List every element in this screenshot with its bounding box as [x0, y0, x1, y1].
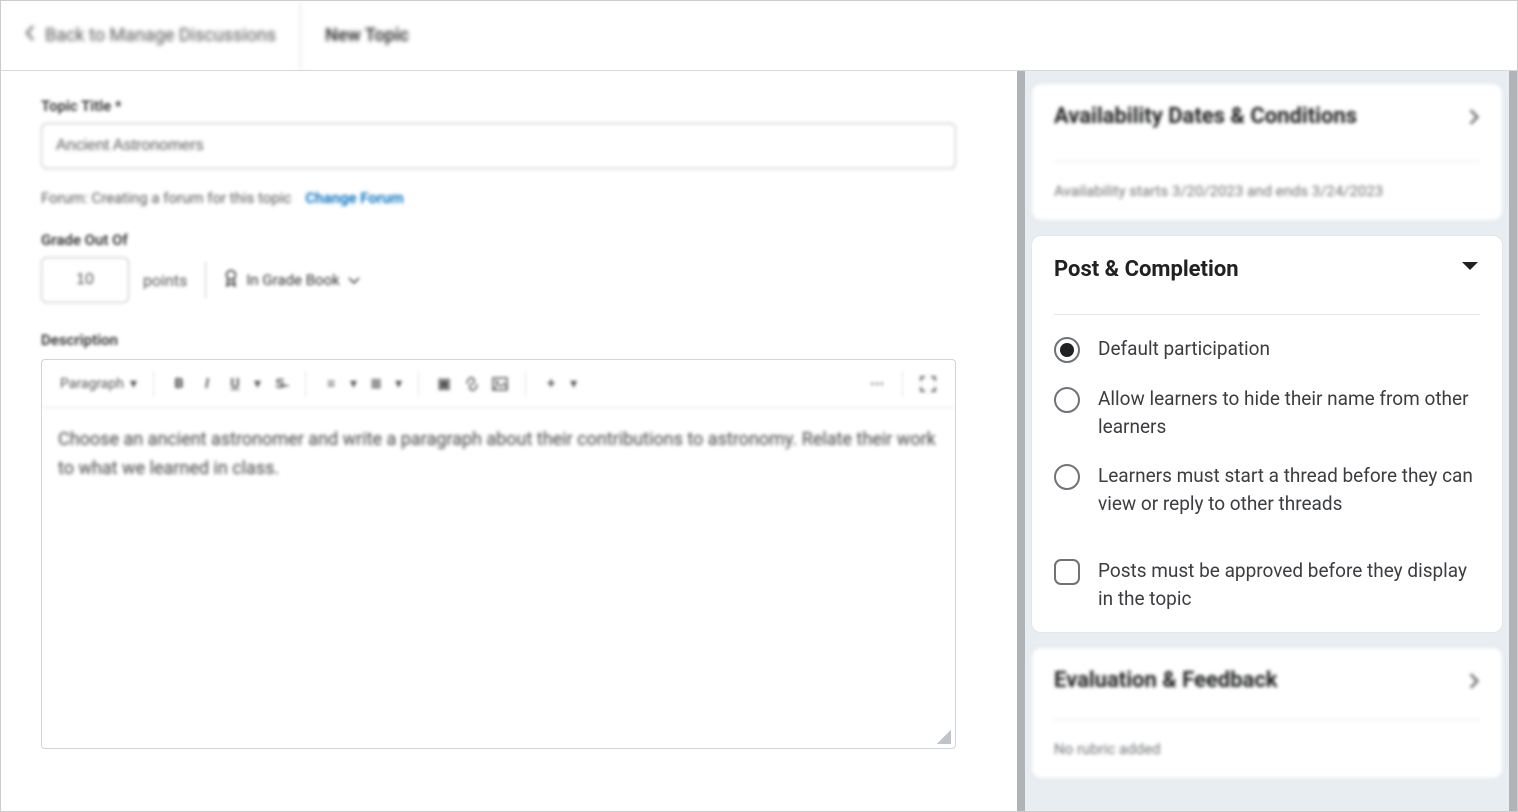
radio-icon — [1054, 337, 1080, 363]
align-icon[interactable]: ≡ — [322, 375, 340, 393]
topic-title-label: Topic Title * — [41, 97, 989, 115]
post-completion-header[interactable]: Post & Completion — [1054, 256, 1480, 298]
toolbar-separator — [305, 371, 306, 397]
divider — [205, 262, 206, 298]
description-section: Description Paragraph ▾ B I U ▾ — [41, 331, 989, 749]
scrollbar[interactable] — [1509, 71, 1517, 811]
strike-icon[interactable]: S̶ — [271, 375, 289, 393]
plus-icon[interactable]: + — [542, 375, 560, 393]
top-bar: Back to Manage Discussions New Topic — [1, 1, 1517, 71]
divider — [1054, 314, 1480, 315]
topic-title-input[interactable] — [41, 123, 956, 169]
scrollbar[interactable] — [1017, 71, 1025, 811]
radio-must-start-thread[interactable]: Learners must start a thread before they… — [1054, 462, 1480, 517]
fullscreen-icon[interactable] — [919, 375, 937, 393]
evaluation-panel: Evaluation & Feedback No rubric added — [1031, 647, 1503, 779]
gradebook-label: In Grade Book — [246, 271, 339, 289]
italic-icon[interactable]: I — [198, 375, 216, 393]
caret-down-icon — [1460, 256, 1480, 282]
availability-panel: Availability Dates & Conditions Availabi… — [1031, 83, 1503, 221]
forum-line: Forum: Creating a forum for this topic C… — [41, 189, 989, 207]
chevron-down-icon[interactable]: ▾ — [395, 376, 402, 392]
paragraph-style-label: Paragraph — [60, 376, 124, 392]
editor-body[interactable]: Choose an ancient astronomer and write a… — [42, 408, 955, 726]
expand-right-icon — [1468, 108, 1480, 126]
chevron-left-icon — [25, 25, 35, 46]
list-icon[interactable]: ≣ — [367, 375, 385, 393]
radio-label: Allow learners to hide their name from o… — [1098, 385, 1480, 440]
availability-summary: Availability starts 3/20/2023 and ends 3… — [1054, 182, 1480, 200]
chevron-down-icon[interactable]: ▾ — [570, 376, 577, 392]
post-completion-panel: Post & Completion Default participation … — [1031, 235, 1503, 633]
change-forum-link[interactable]: Change Forum — [305, 189, 403, 207]
divider — [1054, 719, 1480, 720]
back-button[interactable]: Back to Manage Discussions — [1, 1, 301, 70]
image-icon[interactable] — [491, 375, 509, 393]
divider — [1054, 161, 1480, 162]
resize-handle[interactable] — [937, 730, 951, 744]
radio-icon — [1054, 464, 1080, 490]
insert-stuff-icon[interactable]: ▣ — [435, 375, 453, 393]
side-column: Availability Dates & Conditions Availabi… — [1017, 71, 1517, 811]
gradebook-dropdown[interactable]: In Grade Book — [224, 269, 359, 291]
radio-icon — [1054, 387, 1080, 413]
toolbar-separator — [525, 371, 526, 397]
underline-icon[interactable]: U — [226, 375, 244, 393]
main-column: Topic Title * Forum: Creating a forum fo… — [1, 71, 1017, 811]
more-icon[interactable]: ⋯ — [868, 375, 886, 393]
chevron-down-icon[interactable]: ▾ — [254, 376, 261, 392]
checkbox-label: Posts must be approved before they displ… — [1098, 557, 1480, 612]
evaluation-panel-header[interactable]: Evaluation & Feedback — [1054, 668, 1480, 709]
toolbar-separator — [153, 371, 154, 397]
chevron-down-icon — [348, 271, 360, 289]
toolbar-separator — [418, 371, 419, 397]
back-label: Back to Manage Discussions — [45, 25, 276, 46]
points-label: points — [143, 271, 187, 290]
checkbox-approve-posts[interactable]: Posts must be approved before they displ… — [1054, 557, 1480, 612]
availability-title: Availability Dates & Conditions — [1054, 104, 1357, 129]
evaluation-summary: No rubric added — [1054, 740, 1480, 758]
ribbon-icon — [224, 269, 238, 291]
expand-right-icon — [1468, 672, 1480, 690]
grade-section: Grade Out Of points In Grade Book — [41, 231, 989, 303]
toolbar-separator — [902, 371, 903, 397]
link-icon[interactable] — [463, 375, 481, 393]
chevron-down-icon: ▾ — [130, 376, 137, 392]
description-label: Description — [41, 331, 989, 349]
paragraph-style-dropdown[interactable]: Paragraph ▾ — [60, 376, 137, 392]
forum-info-text: Forum: Creating a forum for this topic — [41, 189, 291, 207]
bold-icon[interactable]: B — [170, 375, 188, 393]
grade-row: points In Grade Book — [41, 257, 989, 303]
grade-input[interactable] — [41, 257, 129, 303]
post-completion-title: Post & Completion — [1054, 257, 1239, 282]
page-title: New Topic — [301, 1, 433, 70]
evaluation-title: Evaluation & Feedback — [1054, 668, 1278, 693]
editor-toolbar: Paragraph ▾ B I U ▾ S̶ ≡ — [42, 360, 955, 408]
checkbox-icon — [1054, 559, 1080, 585]
grade-label: Grade Out Of — [41, 231, 989, 249]
chevron-down-icon[interactable]: ▾ — [350, 376, 357, 392]
availability-panel-header[interactable]: Availability Dates & Conditions — [1054, 104, 1480, 145]
radio-default-participation[interactable]: Default participation — [1054, 335, 1480, 363]
radio-hide-name[interactable]: Allow learners to hide their name from o… — [1054, 385, 1480, 440]
rich-text-editor: Paragraph ▾ B I U ▾ S̶ ≡ — [41, 359, 956, 749]
radio-label: Learners must start a thread before they… — [1098, 462, 1480, 517]
content-row: Topic Title * Forum: Creating a forum fo… — [1, 71, 1517, 811]
radio-label: Default participation — [1098, 335, 1270, 363]
